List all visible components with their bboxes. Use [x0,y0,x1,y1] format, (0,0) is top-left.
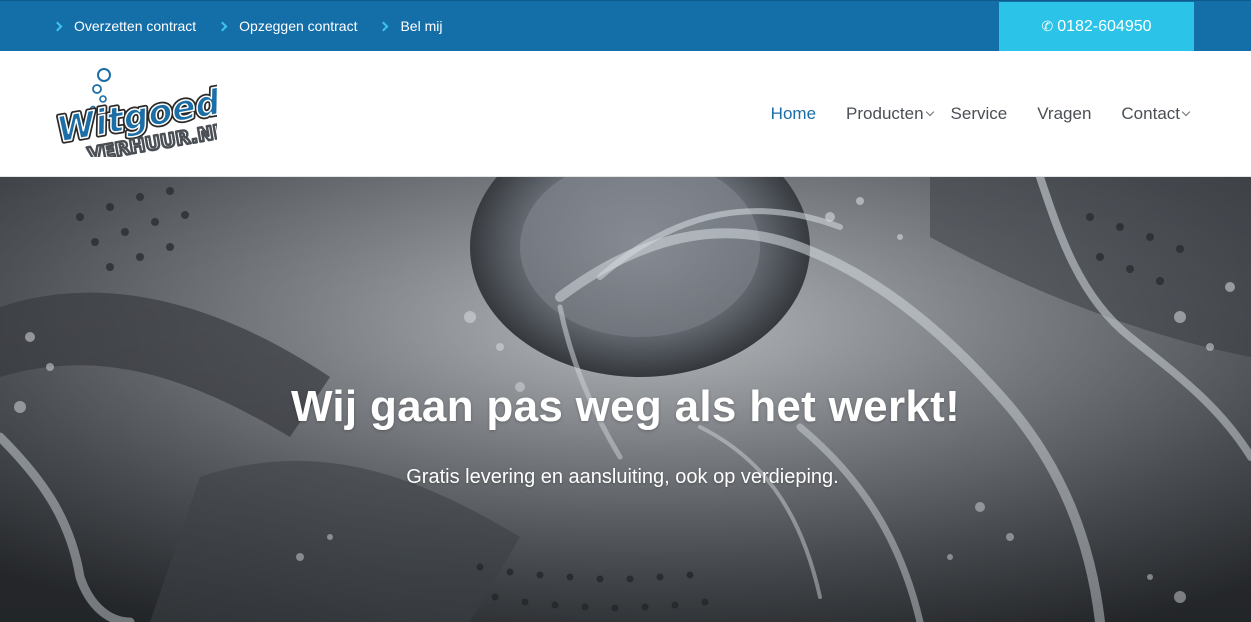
main-nav: Home Producten Service Vragen Contact [741,51,1191,177]
nav-item-service[interactable]: Service [951,104,1008,124]
hero-title: Wij gaan pas weg als het werkt! [290,382,961,431]
top-link-label: Bel mij [400,18,443,34]
top-bar: Overzetten contract Opzeggen contract Be… [0,0,1251,52]
top-link-overzetten-contract[interactable]: Overzetten contract [52,18,196,34]
nav-item-label: Vragen [1037,104,1092,123]
site-header: Witgoed Witgoed VERHUUR.NL Home Producte… [0,51,1251,177]
chevron-right-icon [52,21,63,31]
top-link-label: Opzeggen contract [239,18,358,34]
chevron-right-icon [217,21,228,31]
chevron-down-icon [1181,107,1191,117]
phone-number: 0182-604950 [1057,18,1152,35]
top-link-label: Overzetten contract [74,18,197,34]
phone-button[interactable]: ✆ 0182-604950 [999,2,1194,52]
chevron-down-icon [925,107,934,117]
nav-item-label: Service [950,104,1008,123]
chevron-right-icon [379,21,389,31]
nav-item-producten[interactable]: Producten [846,104,934,124]
hero-subtitle: Gratis levering en aansluiting, ook op v… [406,466,839,488]
nav-item-label: Home [770,104,817,123]
top-link-bel-mij[interactable]: Bel mij [378,18,442,34]
top-links: Overzetten contract Opzeggen contract Be… [52,1,463,51]
nav-item-label: Producten [846,104,924,123]
hero-banner: Wij gaan pas weg als het werkt! Gratis l… [0,177,1251,622]
nav-item-vragen[interactable]: Vragen [1037,104,1091,124]
nav-item-contact[interactable]: Contact [1121,104,1191,124]
nav-item-label: Contact [1121,104,1180,123]
logo-graphic: Witgoed Witgoed VERHUUR.NL [52,68,217,157]
top-link-opzeggen-contract[interactable]: Opzeggen contract [217,18,357,34]
phone-icon: ✆ [1041,19,1054,35]
nav-item-home[interactable]: Home [771,104,816,124]
logo[interactable]: Witgoed Witgoed VERHUUR.NL [52,67,217,157]
